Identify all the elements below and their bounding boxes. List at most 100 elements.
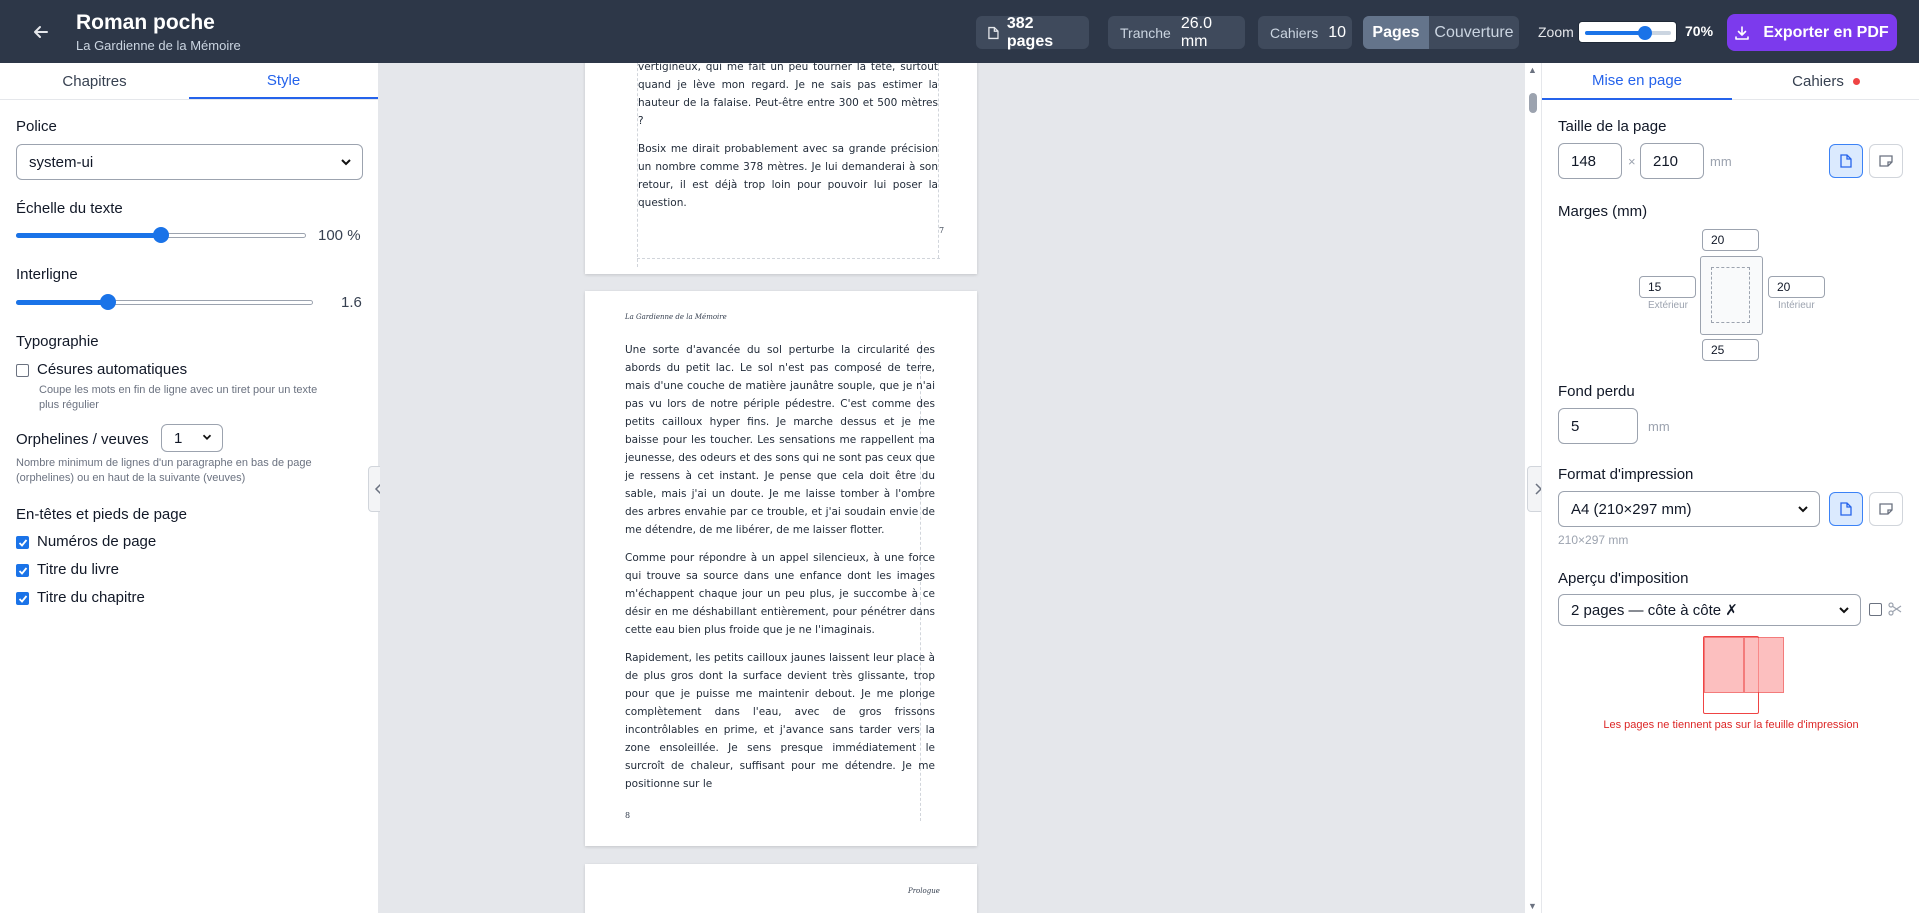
margin-outer-label: Extérieur xyxy=(1648,300,1689,311)
tab-cahiers[interactable]: Cahiers xyxy=(1732,63,1919,100)
crop-marks-checkbox[interactable] xyxy=(1869,603,1882,616)
times-sign: × xyxy=(1628,154,1636,169)
cahiers-value: 10 xyxy=(1328,23,1347,41)
margin-preview-content xyxy=(1711,267,1750,323)
check-icon xyxy=(18,566,27,575)
notification-dot xyxy=(1852,77,1860,85)
margin-top-input[interactable]: 20 xyxy=(1702,229,1759,251)
portrait-orientation-button[interactable] xyxy=(1829,144,1863,178)
book-page-9: Prologue xyxy=(585,864,977,913)
page-size-label: Taille de la page xyxy=(1558,118,1667,135)
scale-label: Échelle du texte xyxy=(16,200,123,217)
book-title: Roman poche xyxy=(76,11,215,34)
page-width-input[interactable]: 148 xyxy=(1558,143,1622,179)
orphans-help: Nombre minimum de lignes d'un paragraphe… xyxy=(16,457,312,484)
margin-inner-label: Intérieur xyxy=(1778,300,1815,311)
line-height-label: Interligne xyxy=(16,266,78,283)
tab-style[interactable]: Style xyxy=(189,63,378,99)
scale-fill xyxy=(16,233,161,238)
view-cover-button[interactable]: Couverture xyxy=(1429,16,1519,49)
margin-inner-input[interactable]: 20 xyxy=(1768,276,1825,298)
zoom-slider[interactable] xyxy=(1578,21,1677,43)
landscape-page-icon xyxy=(1879,503,1893,515)
export-pdf-button[interactable]: Exporter en PDF xyxy=(1727,14,1897,51)
hyphenation-checkbox[interactable] xyxy=(16,364,29,377)
tab-chapitres[interactable]: Chapitres xyxy=(0,63,189,99)
page-number: 7 xyxy=(939,226,945,235)
page-number: 8 xyxy=(625,811,631,820)
scale-value: 100 % xyxy=(318,227,361,244)
page-numbers-checkbox[interactable] xyxy=(16,536,29,549)
page-height-input[interactable]: 210 xyxy=(1640,143,1704,179)
tranche-chip: Tranche 26.0 mm xyxy=(1108,15,1245,50)
page-numbers-label: Numéros de page xyxy=(37,533,157,550)
back-button[interactable] xyxy=(23,14,59,50)
line-height-value: 1.6 xyxy=(341,294,362,311)
left-tabs: Chapitres Style xyxy=(0,63,378,100)
line-height-knob[interactable] xyxy=(100,294,116,310)
tab-mise-en-page[interactable]: Mise en page xyxy=(1542,63,1732,100)
paragraph: Comme pour répondre à un appel silencieu… xyxy=(625,552,935,636)
imposition-label: Aperçu d'imposition xyxy=(1558,570,1689,587)
tab-cahiers-label: Cahiers xyxy=(1792,72,1844,90)
chapter-title-checkbox[interactable] xyxy=(16,592,29,605)
scale-knob[interactable] xyxy=(153,227,169,243)
chevron-down-icon xyxy=(1839,607,1849,614)
cahiers-label: Cahiers xyxy=(1270,24,1319,41)
orphans-select-value: 1 xyxy=(174,429,183,447)
chapter-title-label: Titre du chapitre xyxy=(37,589,145,606)
running-head: Prologue xyxy=(908,887,940,895)
scroll-up-icon[interactable]: ▲ xyxy=(1528,65,1537,75)
paragraph: Rapidement, les petits cailloux jaunes l… xyxy=(625,652,935,790)
imposition-page-right xyxy=(1744,637,1784,693)
view-pages-button[interactable]: Pages xyxy=(1363,16,1429,49)
print-format-select[interactable]: A4 (210×297 mm) xyxy=(1558,491,1820,527)
unit-label: mm xyxy=(1710,154,1732,169)
style-panel: Chapitres Style Police system-ui Échelle… xyxy=(0,63,379,913)
zoom-label: Zoom xyxy=(1538,24,1574,40)
landscape-orientation-button[interactable] xyxy=(1869,144,1903,178)
chevron-down-icon xyxy=(1798,506,1808,513)
print-format-dims: 210×297 mm xyxy=(1558,533,1629,547)
book-subtitle: La Gardienne de la Mémoire xyxy=(76,38,241,53)
chevron-down-icon xyxy=(202,434,212,440)
imposition-page-left xyxy=(1704,637,1744,693)
margin-outer-input[interactable]: 15 xyxy=(1639,276,1696,298)
bleed-input[interactable]: 5 xyxy=(1558,408,1638,444)
print-format-value: A4 (210×297 mm) xyxy=(1571,500,1692,518)
margin-bottom-input[interactable]: 25 xyxy=(1702,339,1759,361)
print-portrait-button[interactable] xyxy=(1829,492,1863,526)
scroll-down-icon[interactable]: ▼ xyxy=(1528,901,1537,911)
headers-footers-label: En-têtes et pieds de page xyxy=(16,506,187,523)
line-height-slider[interactable] xyxy=(16,294,313,310)
orphans-label: Orphelines / veuves xyxy=(16,431,149,448)
font-select-value: system-ui xyxy=(29,153,94,171)
book-title-checkbox[interactable] xyxy=(16,564,29,577)
imposition-select[interactable]: 2 pages — côte à côte ✗ xyxy=(1558,594,1861,626)
font-label: Police xyxy=(16,118,57,135)
download-icon xyxy=(1735,25,1750,40)
hyphenation-help: Coupe les mots en fin de ligne avec un t… xyxy=(39,384,318,411)
page-preview-area[interactable]: vertigineux, qui me fait un peu tourner … xyxy=(380,63,1525,913)
view-switcher: Pages Couverture xyxy=(1363,16,1519,49)
scrollbar-thumb[interactable] xyxy=(1529,93,1537,113)
line-height-fill xyxy=(16,300,108,305)
scissors-icon xyxy=(1888,602,1902,616)
tranche-label: Tranche xyxy=(1120,24,1171,41)
scale-slider[interactable] xyxy=(16,227,306,243)
top-bar: Roman poche La Gardienne de la Mémoire 3… xyxy=(0,0,1919,63)
zoom-knob[interactable] xyxy=(1638,26,1652,40)
font-select[interactable]: system-ui xyxy=(16,144,363,180)
print-landscape-button[interactable] xyxy=(1869,492,1903,526)
paragraph: Bosix me dirait probablement avec sa gra… xyxy=(638,143,938,209)
bleed-unit: mm xyxy=(1648,419,1670,434)
page-8-text: Une sorte d'avancée du sol perturbe la c… xyxy=(625,341,935,803)
arrow-left-icon xyxy=(34,26,48,38)
print-format-label: Format d'impression xyxy=(1558,466,1694,483)
book-page-8: La Gardienne de la Mémoire Une sorte d'a… xyxy=(585,291,977,846)
orphans-select[interactable]: 1 xyxy=(161,424,223,452)
pages-count: 382 pages xyxy=(1006,14,1054,50)
book-title-label: Titre du livre xyxy=(37,561,119,578)
paragraph: Une sorte d'avancée du sol perturbe la c… xyxy=(625,344,935,536)
landscape-page-icon xyxy=(1879,155,1893,167)
